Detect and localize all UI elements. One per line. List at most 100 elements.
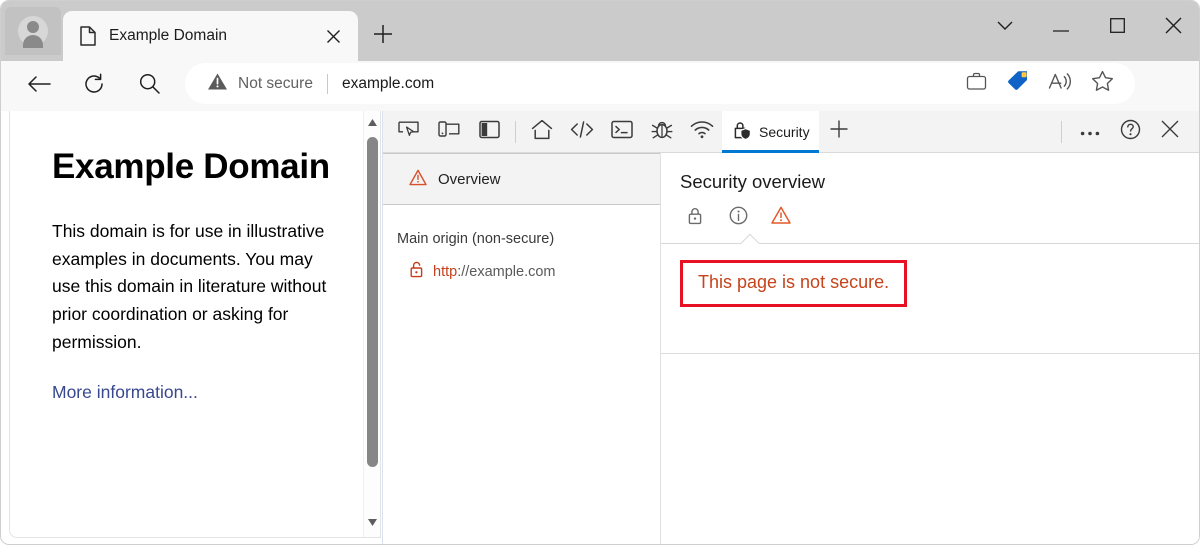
security-overview-title: Security overview bbox=[680, 171, 825, 192]
page-content: Example Domain This domain is for use in… bbox=[10, 111, 365, 537]
security-state-info[interactable] bbox=[725, 205, 751, 231]
maximize-button[interactable] bbox=[1089, 1, 1145, 55]
tab-security[interactable]: Security bbox=[722, 110, 819, 153]
devtools-toolbar-divider bbox=[515, 120, 516, 143]
sidebar-overview-label: Overview bbox=[438, 170, 501, 188]
wifi-network-icon bbox=[690, 120, 714, 144]
devtools-right-tools bbox=[1057, 112, 1199, 152]
scroll-up-arrow-icon[interactable] bbox=[364, 114, 380, 131]
devtools-more-button[interactable] bbox=[1070, 112, 1110, 152]
security-details-divider bbox=[661, 353, 1199, 354]
window-controls bbox=[977, 1, 1199, 55]
browser-window: Example Domain Not secure example.com Ex… bbox=[0, 0, 1200, 545]
title-bar: Example Domain bbox=[1, 1, 1199, 61]
refresh-icon bbox=[83, 72, 105, 100]
more-information-link[interactable]: More information... bbox=[52, 382, 198, 403]
warning-triangle-filled-icon bbox=[207, 72, 228, 96]
favorites-button[interactable] bbox=[1083, 65, 1121, 103]
unlocked-padlock-icon bbox=[409, 261, 424, 283]
tab-network[interactable] bbox=[682, 112, 722, 152]
devtools-panel: Security Overview Main origin (non-secur… bbox=[382, 110, 1199, 544]
dock-panel-icon bbox=[478, 120, 500, 144]
close-icon bbox=[1160, 119, 1180, 144]
omnibox-divider bbox=[326, 73, 328, 94]
minimize-button[interactable] bbox=[1033, 1, 1089, 55]
briefcase-icon bbox=[966, 71, 987, 96]
profile-button[interactable] bbox=[5, 7, 61, 55]
collections-button[interactable] bbox=[957, 65, 995, 103]
devtools-tab-bar: Security bbox=[383, 110, 1199, 153]
scroll-down-arrow-icon[interactable] bbox=[364, 514, 380, 531]
ellipsis-icon bbox=[1080, 123, 1100, 141]
tab-elements[interactable] bbox=[562, 112, 602, 152]
read-aloud-icon bbox=[1048, 71, 1073, 97]
security-sidebar: Overview Main origin (non-secure) http:/… bbox=[383, 153, 661, 544]
devtools-help-button[interactable] bbox=[1110, 112, 1150, 152]
lock-shield-icon bbox=[731, 120, 752, 144]
new-tab-button[interactable] bbox=[366, 19, 400, 53]
tab-security-label: Security bbox=[759, 123, 810, 140]
devtools-right-divider bbox=[1061, 120, 1062, 143]
shopping-button[interactable] bbox=[999, 65, 1037, 103]
page-viewport: Example Domain This domain is for use in… bbox=[9, 111, 381, 538]
devtools-close-button[interactable] bbox=[1150, 112, 1190, 152]
maximize-icon bbox=[1109, 18, 1125, 38]
security-alert-container: This page is not secure. bbox=[661, 244, 1199, 307]
tab-close-button[interactable] bbox=[318, 21, 348, 51]
security-alert-banner: This page is not secure. bbox=[680, 260, 908, 307]
sidebar-item-overview[interactable]: Overview bbox=[383, 153, 660, 205]
console-terminal-icon bbox=[611, 120, 633, 144]
home-icon bbox=[531, 119, 553, 145]
refresh-button[interactable] bbox=[76, 68, 112, 104]
security-state-lock[interactable] bbox=[682, 205, 708, 231]
padlock-icon bbox=[687, 207, 703, 230]
tab-sources[interactable] bbox=[642, 112, 682, 152]
info-circle-icon bbox=[729, 206, 748, 230]
close-button[interactable] bbox=[1145, 1, 1199, 55]
inspect-element-button[interactable] bbox=[389, 112, 429, 152]
search-button[interactable] bbox=[131, 68, 167, 104]
security-state-icons bbox=[682, 205, 1199, 231]
security-state-warning[interactable] bbox=[768, 205, 794, 231]
chevron-down-icon bbox=[997, 19, 1013, 37]
omnibox-actions bbox=[957, 65, 1135, 103]
sidebar-group-title: Main origin (non-secure) bbox=[397, 231, 555, 247]
question-circle-icon bbox=[1120, 119, 1141, 145]
device-emulation-button[interactable] bbox=[429, 112, 469, 152]
sidebar-origin-item[interactable]: http://example.com bbox=[409, 261, 660, 283]
devtools-add-tab-button[interactable] bbox=[819, 112, 859, 152]
devtools-body: Overview Main origin (non-secure) http:/… bbox=[383, 153, 1199, 544]
tab-actions-menu-button[interactable] bbox=[977, 1, 1033, 55]
inspect-cursor-icon bbox=[398, 119, 420, 144]
browser-tab-example-domain[interactable]: Example Domain bbox=[63, 11, 358, 61]
warning-triangle-outline-icon bbox=[771, 206, 791, 230]
not-secure-label: Not secure bbox=[238, 74, 313, 92]
security-overview-main: Security overview This page is not secur… bbox=[661, 153, 1199, 544]
selected-state-caret-icon bbox=[739, 233, 761, 244]
minimize-icon bbox=[1053, 19, 1069, 37]
plus-icon bbox=[372, 23, 394, 50]
star-icon bbox=[1091, 70, 1114, 97]
sidebar-origin-url[interactable]: http://example.com bbox=[433, 264, 556, 280]
dock-side-button[interactable] bbox=[469, 112, 509, 152]
security-states-divider bbox=[661, 243, 1199, 244]
tab-console[interactable] bbox=[602, 112, 642, 152]
profile-avatar-icon bbox=[18, 16, 48, 48]
close-icon bbox=[1165, 17, 1182, 39]
page-heading: Example Domain bbox=[52, 147, 330, 186]
document-page-icon bbox=[79, 26, 97, 46]
code-brackets-icon bbox=[570, 120, 594, 144]
tab-welcome[interactable] bbox=[522, 112, 562, 152]
plus-icon bbox=[829, 119, 849, 144]
price-tag-icon bbox=[1006, 69, 1030, 98]
address-bar[interactable]: Not secure example.com bbox=[185, 63, 1135, 104]
read-aloud-button[interactable] bbox=[1041, 65, 1079, 103]
page-scrollbar[interactable] bbox=[363, 111, 380, 537]
address-bar-url[interactable]: example.com bbox=[342, 75, 434, 93]
tab-title: Example Domain bbox=[109, 27, 228, 44]
back-button[interactable] bbox=[21, 68, 57, 104]
scrollbar-thumb[interactable] bbox=[367, 137, 378, 467]
page-paragraph: This domain is for use in illustrative e… bbox=[52, 220, 327, 352]
search-icon bbox=[139, 73, 160, 99]
site-security-button[interactable]: Not secure bbox=[207, 72, 313, 96]
